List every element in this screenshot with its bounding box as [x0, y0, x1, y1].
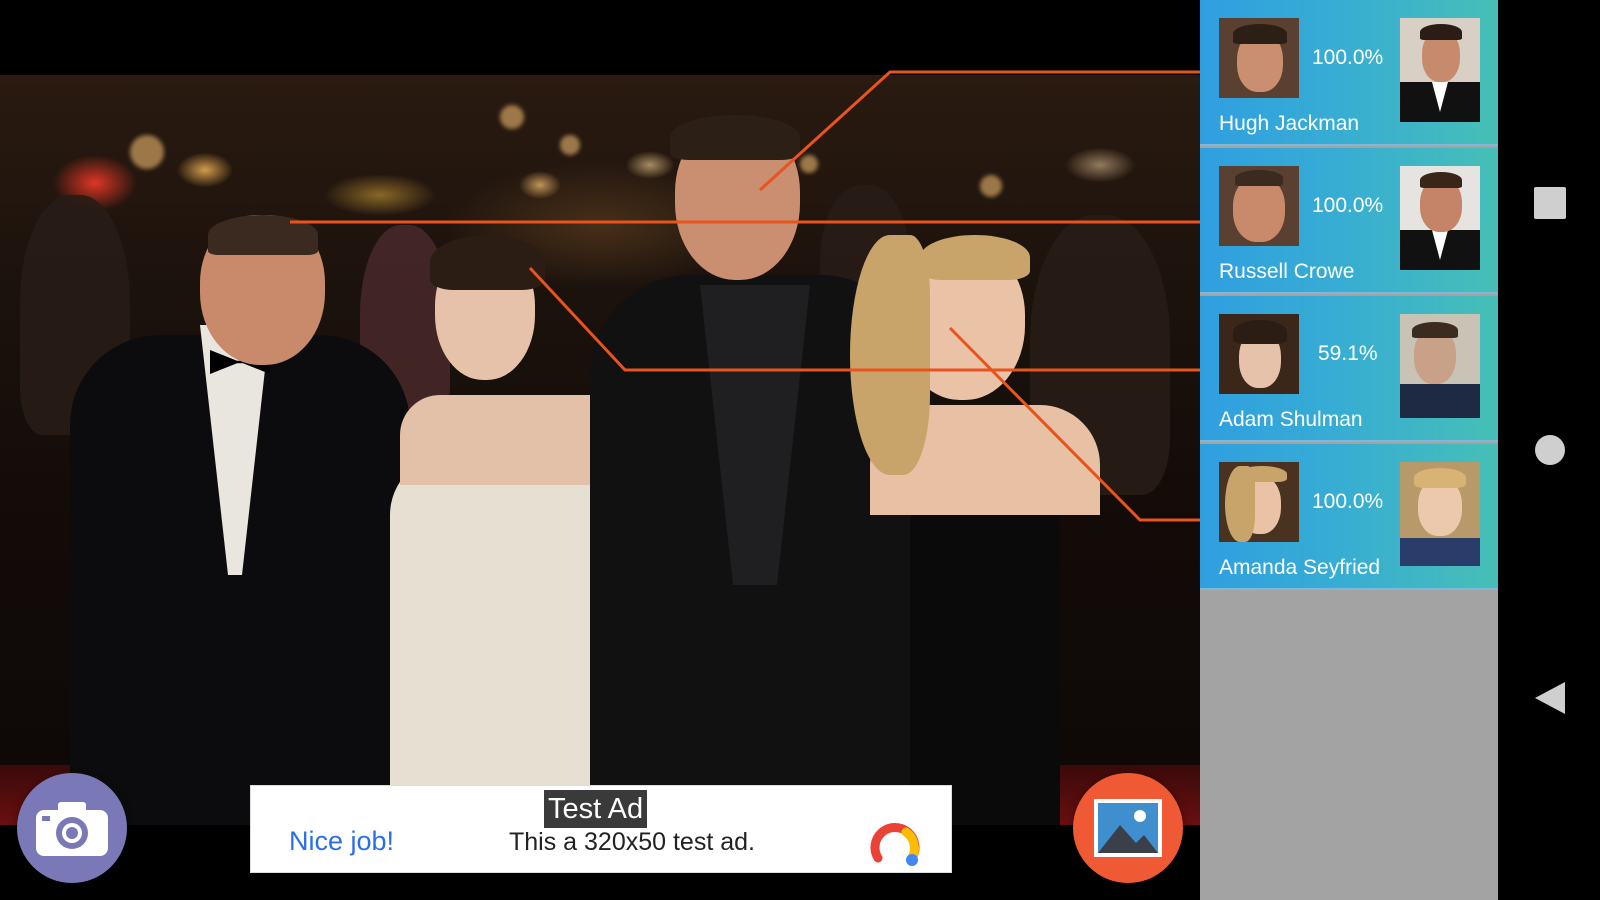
- result-card[interactable]: 100.0% Hugh Jackman: [1200, 0, 1498, 146]
- matched-celebrity-photo: [1400, 314, 1480, 418]
- detected-face-thumbnail: [1219, 166, 1299, 246]
- ad-body: This a 320x50 test ad.: [509, 828, 755, 856]
- results-panel: 100.0% Hugh Jackman 100.0% Russell Crowe…: [1200, 0, 1498, 900]
- result-card[interactable]: 59.1% Adam Shulman: [1200, 296, 1498, 442]
- match-confidence: 100.0%: [1312, 194, 1384, 217]
- square-icon: [1534, 187, 1566, 219]
- celebrity-name: Amanda Seyfried: [1219, 556, 1381, 579]
- analyzed-photo: [0, 75, 1200, 825]
- ad-label: Test Ad: [544, 790, 648, 828]
- match-confidence: 100.0%: [1312, 490, 1384, 513]
- celebrity-name: Hugh Jackman: [1219, 112, 1360, 135]
- ad-network-logo-icon: [870, 823, 920, 866]
- app-screen: Test Ad Nice job! This a 320x50 test ad.…: [0, 0, 1600, 900]
- matched-celebrity-photo: [1400, 462, 1480, 566]
- result-card[interactable]: 100.0% Amanda Seyfried: [1200, 444, 1498, 590]
- camera-button[interactable]: [17, 773, 127, 883]
- gallery-button[interactable]: [1073, 773, 1183, 883]
- circle-icon: [1535, 435, 1565, 465]
- match-confidence: 59.1%: [1318, 342, 1378, 365]
- recents-button[interactable]: [1532, 185, 1568, 221]
- detected-face-thumbnail: [1219, 462, 1299, 542]
- camera-icon: [36, 802, 108, 856]
- match-confidence: 100.0%: [1312, 46, 1384, 69]
- back-button[interactable]: [1532, 680, 1568, 716]
- person-figure: [840, 235, 1110, 825]
- matched-celebrity-photo: [1400, 18, 1480, 122]
- system-navigation-bar: [1498, 0, 1600, 900]
- detected-face-thumbnail: [1219, 18, 1299, 98]
- celebrity-name: Adam Shulman: [1219, 408, 1363, 431]
- celebrity-name: Russell Crowe: [1219, 260, 1355, 283]
- home-button[interactable]: [1532, 432, 1568, 468]
- ad-headline[interactable]: Nice job!: [289, 826, 394, 857]
- ad-banner[interactable]: Test Ad Nice job! This a 320x50 test ad.: [250, 785, 952, 873]
- result-card[interactable]: 100.0% Russell Crowe: [1200, 148, 1498, 294]
- image-icon: [1094, 799, 1162, 857]
- person-figure: [60, 155, 420, 825]
- matched-celebrity-photo: [1400, 166, 1480, 270]
- triangle-back-icon: [1535, 682, 1565, 714]
- detected-face-thumbnail: [1219, 314, 1299, 394]
